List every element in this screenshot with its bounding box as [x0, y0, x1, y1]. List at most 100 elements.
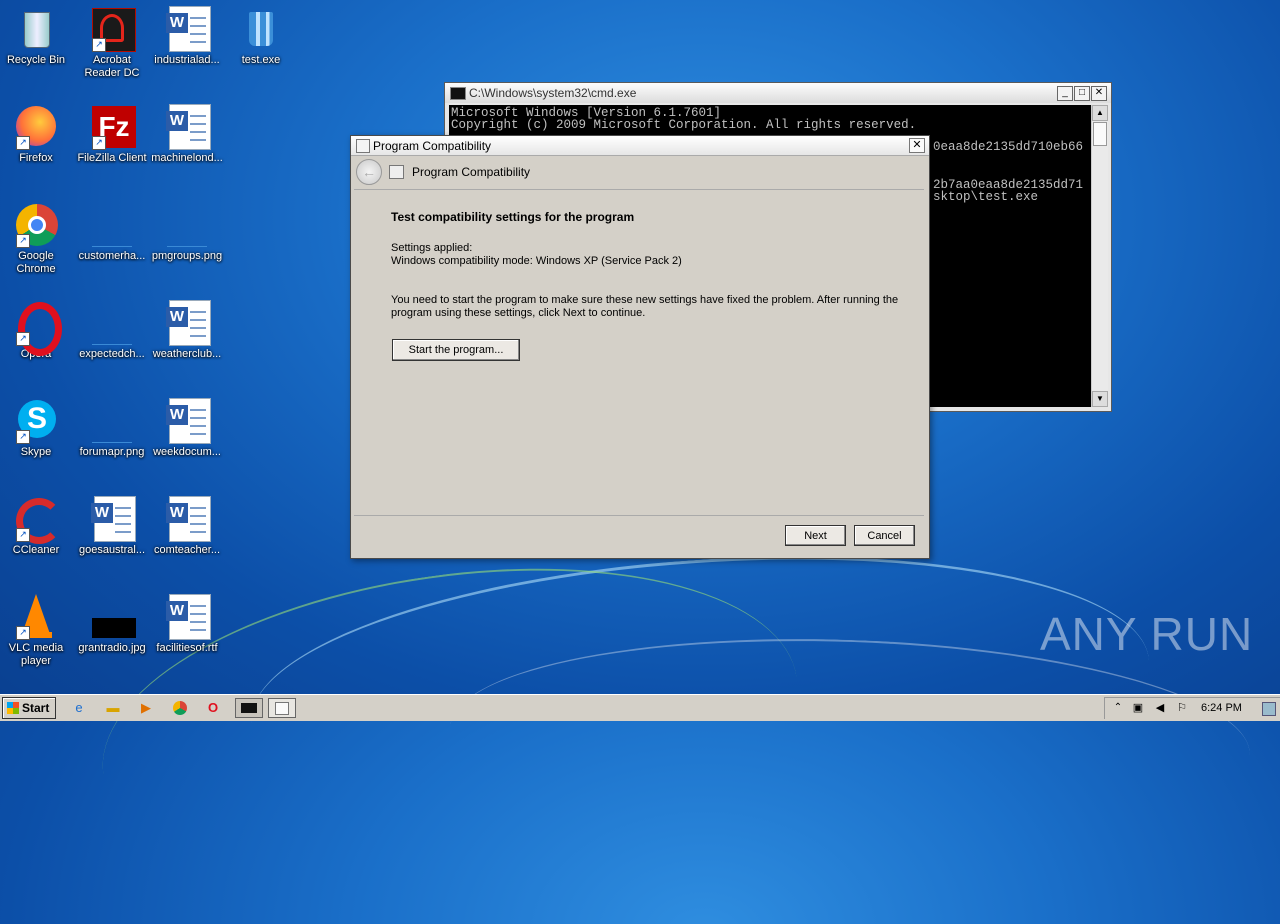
desktop-icon-label: weatherclub...: [152, 348, 222, 360]
desktop-icon-label: industrialad...: [154, 54, 220, 66]
desktop-icon-firefox[interactable]: ↗ Firefox: [0, 104, 74, 165]
desktop-icon-label: Skype: [20, 446, 52, 458]
close-button[interactable]: ✕: [909, 138, 925, 153]
cmd-icon: [450, 87, 466, 100]
instructions-text: You need to start the program to make su…: [391, 294, 899, 319]
desktop-icon-label: facilitiesof.rtf: [156, 642, 218, 654]
maximize-button[interactable]: □: [1074, 86, 1090, 101]
dialog-header: ← Program Compatibility: [351, 156, 929, 188]
desktop-icon-label: Google Chrome: [16, 250, 56, 275]
desktop-icon-pmgroups[interactable]: pmgroups.png: [149, 202, 225, 263]
opera-icon: ↗: [12, 300, 62, 356]
desktop-icon-weekdocum[interactable]: W weekdocum...: [149, 398, 225, 459]
volume-icon[interactable]: ◀: [1149, 698, 1171, 718]
desktop-icon-label: comteacher...: [153, 544, 221, 556]
desktop-icon-label: customerha...: [78, 250, 146, 262]
word-doc-icon: W: [163, 300, 211, 346]
show-desktop-icon[interactable]: [1262, 702, 1276, 716]
next-button[interactable]: Next: [785, 525, 846, 546]
console-line: 0eaa8de2135dd710eb66: [933, 140, 1084, 154]
program-compatibility-icon: [389, 165, 404, 179]
firefox-icon: ↗: [12, 104, 60, 150]
explorer-icon[interactable]: ▬: [102, 698, 124, 718]
cmd-taskbar-button[interactable]: [235, 698, 263, 718]
desktop-icon-label: FileZilla Client: [77, 152, 147, 164]
desktop-icon-label: VLC media player: [8, 642, 64, 667]
desktop-icon-label: Acrobat Reader DC: [84, 54, 140, 79]
desktop-icon-chrome[interactable]: ↗ Google Chrome: [0, 202, 74, 276]
desktop-icon-label: expectedch...: [79, 348, 145, 360]
desktop-icon-label: Recycle Bin: [6, 54, 66, 66]
minimize-button[interactable]: _: [1057, 86, 1073, 101]
desktop-icon-weatherclub[interactable]: W weatherclub...: [149, 300, 225, 361]
skype-icon: S ↗: [12, 398, 60, 444]
system-tray: ⌃ ▣ ◀ ⚐ 6:24 PM: [1104, 697, 1280, 719]
desktop-icon-customerha[interactable]: customerha...: [74, 202, 150, 263]
cmd-title-bar[interactable]: C:\Windows\system32\cmd.exe _ □ ✕: [445, 83, 1111, 103]
desktop-icon-vlc[interactable]: ↗ VLC media player: [0, 594, 74, 668]
chrome-icon: ↗: [12, 202, 60, 248]
back-arrow-icon[interactable]: ←: [356, 159, 382, 185]
desktop-icon-label: pmgroups.png: [151, 250, 223, 262]
image-icon: [163, 202, 211, 248]
desktop-icon-label: forumapr.png: [79, 446, 145, 458]
close-button[interactable]: ✕: [1091, 86, 1107, 101]
desktop-icon-goesaustral[interactable]: W goesaustral...: [74, 496, 150, 557]
desktop-icon-recycle-bin[interactable]: Recycle Bin: [0, 6, 74, 67]
desktop-icon-acrobat[interactable]: ↗ Acrobat Reader DC: [74, 6, 150, 80]
compatibility-taskbar-button[interactable]: [268, 698, 296, 718]
desktop-icon-label: goesaustral...: [78, 544, 146, 556]
desktop-icon-machinelond[interactable]: W machinelond...: [149, 104, 225, 165]
console-line: Copyright (c) 2009 Microsoft Corporation…: [451, 118, 917, 132]
word-doc-icon: W: [163, 6, 211, 52]
desktop-icon-test-exe[interactable]: test.exe: [223, 6, 299, 67]
ccleaner-icon: ↗: [12, 496, 62, 544]
desktop-icon-comteacher[interactable]: W comteacher...: [149, 496, 225, 557]
windows-logo-icon: [7, 702, 19, 714]
image-icon: [88, 300, 136, 346]
word-doc-icon: W: [88, 496, 136, 542]
settings-label: Settings applied:: [391, 242, 473, 254]
ie-icon[interactable]: e: [68, 698, 90, 718]
exe-icon: [237, 6, 285, 52]
desktop-icon-label: grantradio.jpg: [78, 642, 146, 654]
start-program-button[interactable]: Start the program...: [392, 339, 520, 361]
scroll-up-icon[interactable]: ▲: [1092, 105, 1108, 121]
anyrun-watermark: ANY RUN: [1040, 608, 1254, 660]
action-center-flag-icon[interactable]: ⚐: [1171, 698, 1193, 718]
start-label: Start: [22, 701, 50, 715]
scroll-down-icon[interactable]: ▼: [1092, 391, 1108, 407]
cancel-button[interactable]: Cancel: [854, 525, 915, 546]
desktop-icon-forumapr[interactable]: forumapr.png: [74, 398, 150, 459]
desktop-icon-filezilla[interactable]: Fz ↗ FileZilla Client: [74, 104, 150, 165]
desktop-icon-label: machinelond...: [151, 152, 223, 164]
word-doc-icon: W: [163, 104, 211, 150]
dialog-header-title: Program Compatibility: [412, 165, 531, 179]
desktop-icon-industrialad[interactable]: W industrialad...: [149, 6, 225, 67]
desktop-icon-grantradio[interactable]: grantradio.jpg: [74, 594, 150, 655]
media-player-icon[interactable]: ▶: [135, 698, 157, 718]
desktop-icon-ccleaner[interactable]: ↗ CCleaner: [0, 496, 74, 557]
clock[interactable]: 6:24 PM: [1201, 702, 1242, 714]
desktop-icon-label: weekdocum...: [153, 446, 221, 458]
tray-expand-icon[interactable]: ⌃: [1107, 698, 1129, 718]
image-icon: [88, 398, 136, 444]
chrome-icon[interactable]: [169, 698, 191, 718]
scrollbar-thumb[interactable]: [1093, 122, 1107, 146]
acrobat-icon: ↗: [88, 6, 136, 52]
dialog-title-bar[interactable]: Program Compatibility ✕: [351, 136, 929, 156]
program-compatibility-dialog[interactable]: Program Compatibility ✕ ← Program Compat…: [350, 135, 930, 559]
opera-icon[interactable]: O: [202, 698, 224, 718]
start-button[interactable]: Start: [2, 697, 56, 719]
desktop-icon-expectedch[interactable]: expectedch...: [74, 300, 150, 361]
network-icon[interactable]: ▣: [1127, 698, 1149, 718]
image-icon: [88, 594, 136, 640]
cmd-scrollbar[interactable]: ▲ ▼: [1091, 105, 1108, 407]
desktop-icon-opera[interactable]: ↗ Opera: [0, 300, 74, 361]
desktop-icon-skype[interactable]: S ↗ Skype: [0, 398, 74, 459]
dialog-heading: Test compatibility settings for the prog…: [391, 210, 635, 224]
desktop-icon-facilitiesof[interactable]: W facilitiesof.rtf: [149, 594, 225, 655]
desktop-icon-label: CCleaner: [12, 544, 60, 556]
program-compatibility-icon: [356, 139, 370, 153]
console-line: sktop\test.exe: [933, 190, 1039, 204]
